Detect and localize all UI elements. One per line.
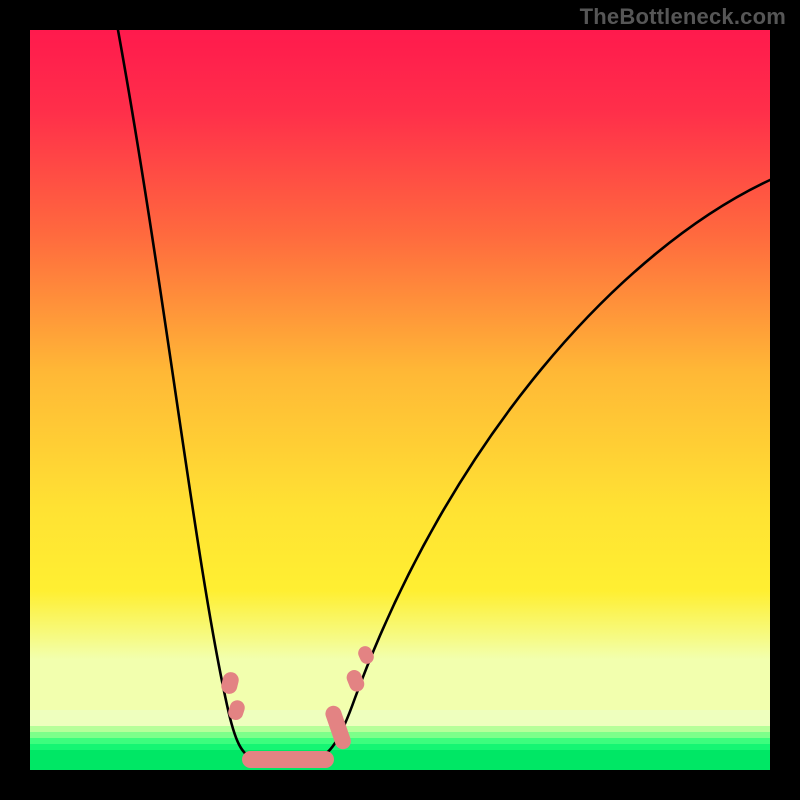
watermark-text: TheBottleneck.com xyxy=(580,4,786,30)
band-green-1 xyxy=(30,738,770,744)
band-green-2 xyxy=(30,744,770,750)
band-pale xyxy=(30,710,770,726)
band-lightgreen-2 xyxy=(30,732,770,738)
marker-bottom-bar xyxy=(242,751,334,768)
gradient-background xyxy=(30,30,770,714)
baseline-strip xyxy=(30,750,770,770)
bottleneck-chart xyxy=(30,30,770,770)
band-lightgreen-1 xyxy=(30,726,770,732)
chart-frame: TheBottleneck.com xyxy=(0,0,800,800)
